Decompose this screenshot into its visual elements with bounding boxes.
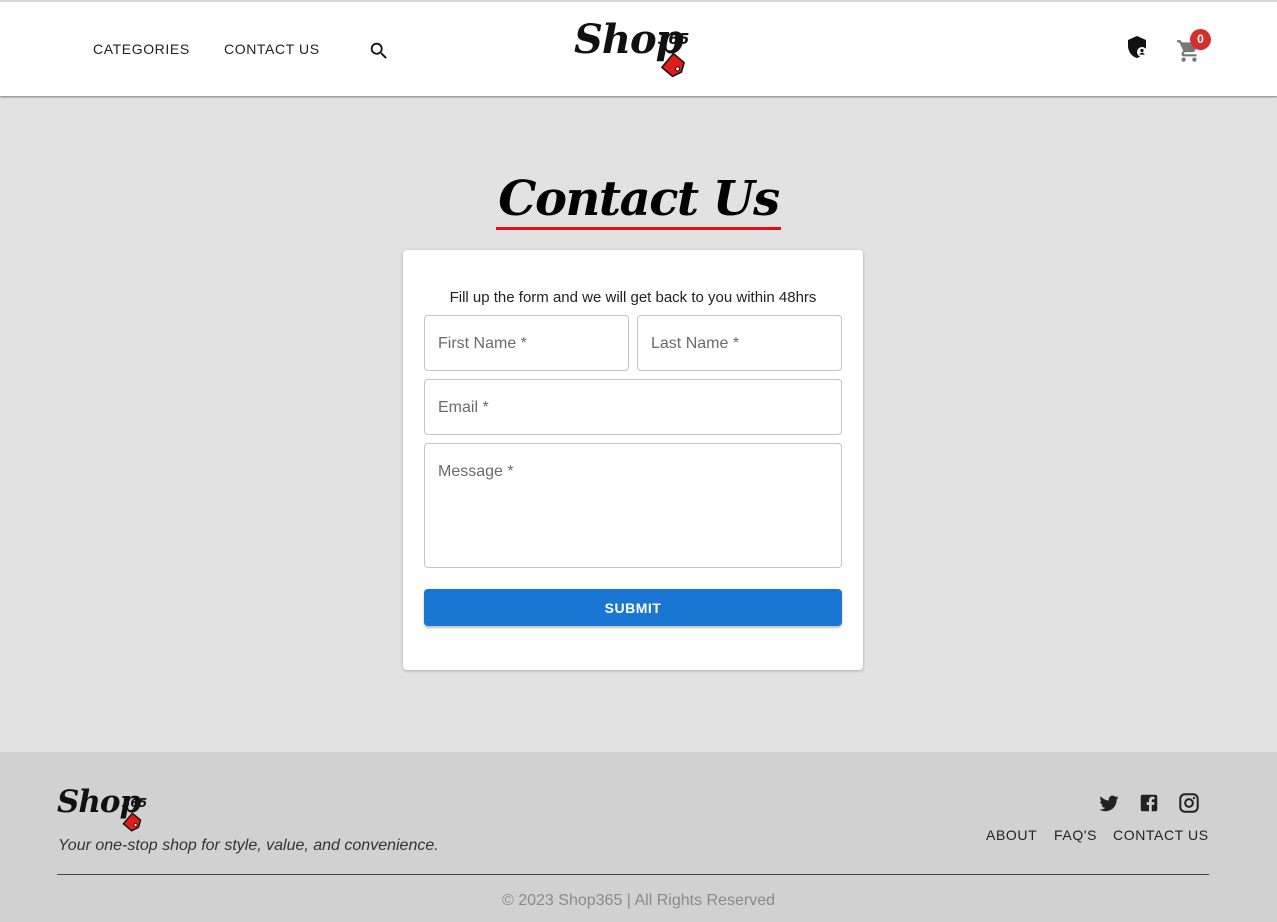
- form-subtitle: Fill up the form and we will get back to…: [449, 289, 817, 306]
- site-logo[interactable]: Shop 365: [574, 16, 696, 80]
- footer-tagline: Your one-stop shop for style, value, and…: [58, 837, 439, 854]
- last-name-field[interactable]: Last Name *: [637, 315, 842, 371]
- nav-categories-link[interactable]: CATEGORIES: [93, 41, 190, 57]
- facebook-icon[interactable]: [1138, 792, 1160, 814]
- footer-faqs-link[interactable]: FAQ'S: [1054, 827, 1097, 843]
- message-field[interactable]: Message *: [424, 443, 842, 568]
- message-placeholder: Message *: [438, 463, 514, 480]
- search-icon[interactable]: [368, 40, 390, 62]
- email-field[interactable]: Email *: [424, 379, 842, 435]
- footer-about-link[interactable]: ABOUT: [986, 827, 1037, 843]
- footer-contact-link[interactable]: CONTACT US: [1113, 827, 1209, 843]
- copyright-text: © 2023 Shop365 | All Rights Reserved: [502, 892, 775, 909]
- page-title-text: Contact Us: [496, 172, 781, 230]
- price-tag-icon: [122, 812, 142, 832]
- page-title: Contact Us: [0, 172, 1277, 230]
- email-placeholder: Email *: [438, 399, 489, 416]
- first-name-placeholder: First Name *: [438, 335, 527, 352]
- footer-logo[interactable]: Shop 365: [57, 784, 157, 832]
- site-footer: Shop 365 Your one-stop shop for style, v…: [0, 752, 1277, 922]
- logo-number: 365: [658, 30, 690, 48]
- site-header: CATEGORIES CONTACT US Shop 365 0: [0, 0, 1277, 96]
- footer-divider: [57, 874, 1209, 875]
- price-tag-icon: [660, 52, 686, 78]
- submit-button[interactable]: SUBMIT: [424, 589, 842, 626]
- twitter-icon[interactable]: [1098, 792, 1120, 814]
- cart-count-badge: 0: [1190, 29, 1211, 50]
- footer-logo-number: 365: [122, 796, 148, 810]
- last-name-placeholder: Last Name *: [651, 335, 740, 352]
- first-name-field[interactable]: First Name *: [424, 315, 629, 371]
- shield-user-icon[interactable]: [1125, 35, 1149, 59]
- contact-form: Fill up the form and we will get back to…: [403, 250, 863, 670]
- instagram-icon[interactable]: [1178, 792, 1200, 814]
- nav-contact-link[interactable]: CONTACT US: [224, 41, 320, 57]
